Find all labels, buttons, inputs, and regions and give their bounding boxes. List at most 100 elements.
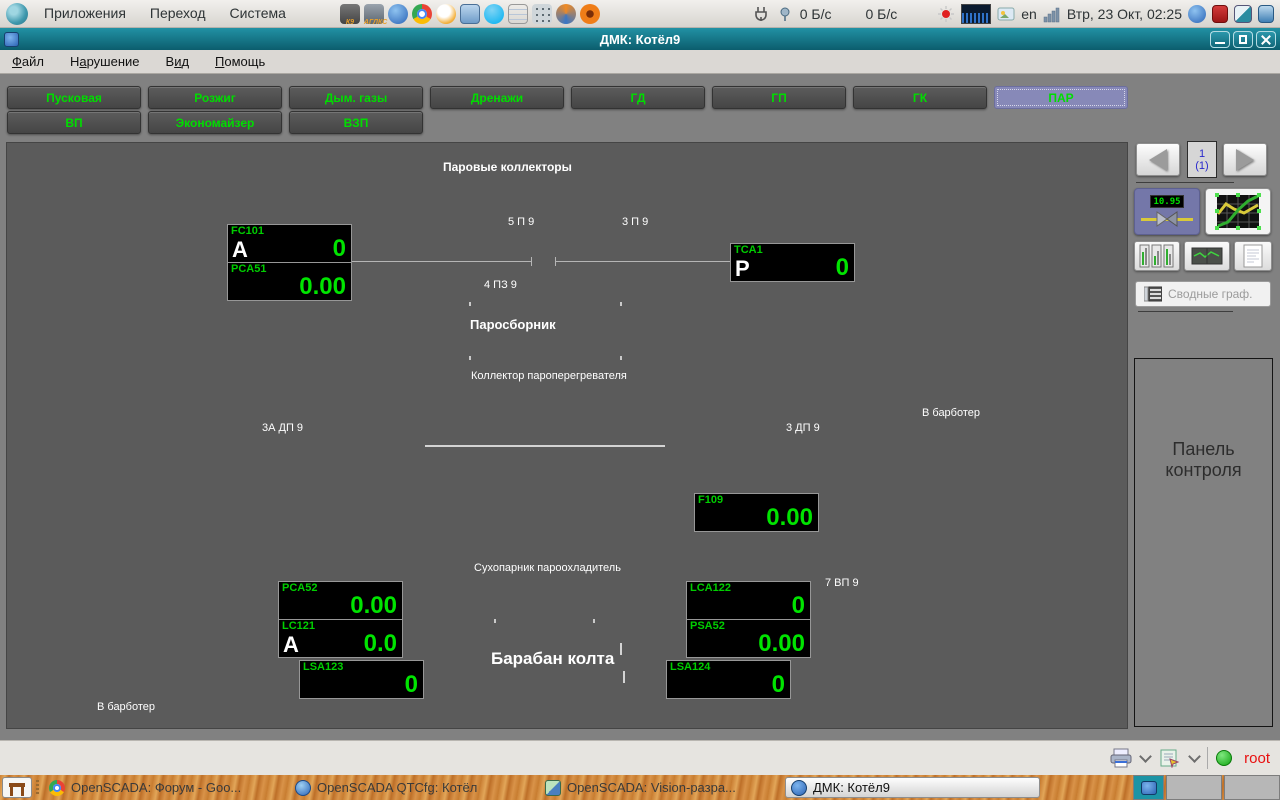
workspace-active[interactable]: [1133, 775, 1164, 800]
net-monitor-icon[interactable]: [776, 5, 794, 23]
tab-gk[interactable]: ГК: [853, 86, 987, 109]
task-label: OpenSCADA QTCfg: Котёл: [317, 780, 477, 795]
tab-puskovaya[interactable]: Пусковая: [7, 86, 141, 109]
graphs-view-button[interactable]: [1205, 188, 1271, 235]
pipe-line: [556, 261, 730, 262]
printer-dropdown-chevron[interactable]: [1139, 750, 1152, 763]
contours-view-button[interactable]: [1134, 241, 1180, 271]
keyboard-layout-indicator[interactable]: en: [1021, 6, 1037, 22]
system-menu[interactable]: Система: [220, 0, 296, 27]
maximize-button[interactable]: [1233, 31, 1253, 48]
display-tag: FC101: [231, 225, 264, 237]
brightness-icon[interactable]: [937, 5, 955, 23]
net-speed-in: 0 Б/с: [800, 6, 832, 22]
show-desktop-button[interactable]: [2, 777, 32, 798]
display-value: 0.00: [766, 504, 813, 532]
clock[interactable]: Втр, 23 Окт, 02:25: [1067, 6, 1182, 22]
tab-gp[interactable]: ГП: [712, 86, 846, 109]
window-titlebar[interactable]: ДМК: Котёл9: [0, 28, 1280, 50]
summary-graphs-icon: [1144, 286, 1162, 302]
system-monitor-applet[interactable]: [961, 4, 991, 24]
vision-tray-icon[interactable]: [1188, 5, 1206, 23]
menu-help[interactable]: Помощь: [215, 54, 265, 69]
places-menu[interactable]: Переход: [140, 0, 216, 27]
power-plug-icon[interactable]: [752, 5, 770, 23]
display-value: 0.00: [299, 273, 346, 301]
orange-ball-launcher-icon[interactable]: [436, 4, 456, 24]
task-forum[interactable]: OpenSCADA: Форум - Goo...: [44, 777, 284, 798]
tab-ekonomayzer[interactable]: Экономайзер: [148, 111, 282, 134]
aglks-launcher-icon[interactable]: АГЛКС: [364, 4, 384, 24]
display-lca122[interactable]: LCA122 0: [686, 581, 811, 620]
applications-menu[interactable]: Приложения: [34, 0, 136, 27]
close-button[interactable]: [1256, 31, 1276, 48]
tab-drenazhi[interactable]: Дренажи: [430, 86, 564, 109]
display-f109[interactable]: F109 0.00: [694, 493, 819, 532]
workspace-2[interactable]: [1166, 775, 1222, 800]
tab-rozzhig[interactable]: Розжиг: [148, 86, 282, 109]
menu-file[interactable]: Файл: [12, 54, 44, 69]
skype-launcher-icon[interactable]: [484, 4, 504, 24]
pipe-tick: [531, 257, 532, 266]
display-pca52[interactable]: PCA52 0.00: [278, 581, 403, 620]
valve-icon: [1141, 210, 1193, 228]
next-page-button[interactable]: [1223, 143, 1267, 176]
swirl-launcher-icon[interactable]: [556, 4, 576, 24]
mnemo-view-button[interactable]: 10.95: [1134, 188, 1200, 235]
chrome-launcher-icon[interactable]: [412, 4, 432, 24]
display-psa52[interactable]: PSA52 0.00: [686, 619, 811, 658]
flower-launcher-icon[interactable]: [580, 4, 600, 24]
display-lsa124[interactable]: LSA124 0: [666, 660, 791, 699]
minimize-button[interactable]: [1210, 31, 1230, 48]
tab-gd[interactable]: ГД: [571, 86, 705, 109]
menu-violation[interactable]: Нарушение: [70, 54, 140, 69]
current-user-label[interactable]: root: [1244, 750, 1270, 767]
display-tca1[interactable]: TCA1 P 0: [730, 243, 855, 282]
gnome-foot-icon[interactable]: [6, 3, 28, 25]
pipe-mark: [620, 302, 622, 306]
vision-launcher-icon[interactable]: [388, 4, 408, 24]
window-icon: [4, 32, 19, 47]
screenshot-tray-icon[interactable]: [997, 5, 1015, 23]
tab-par[interactable]: ПАР: [994, 86, 1128, 109]
tab-dym-gazy[interactable]: Дым. газы: [289, 86, 423, 109]
desktop-taskbar: OpenSCADA: Форум - Goo... OpenSCADA QTCf…: [0, 775, 1280, 800]
workspace-3[interactable]: [1224, 775, 1280, 800]
label-4pz9: 4 ПЗ 9: [484, 279, 517, 291]
display-pca51[interactable]: PCA51 0.00: [227, 262, 352, 301]
signal-bars-icon[interactable]: [1043, 5, 1061, 23]
task-vision[interactable]: OpenSCADA: Vision-разра...: [540, 777, 778, 798]
printer-icon[interactable]: [1109, 748, 1133, 768]
red-book-tray-icon[interactable]: [1212, 5, 1228, 23]
page-indicator: 1 (1): [1187, 141, 1217, 178]
export-icon[interactable]: [1158, 748, 1182, 768]
export-dropdown-chevron[interactable]: [1188, 750, 1201, 763]
notes-launcher-icon[interactable]: [508, 4, 528, 24]
task-qtcfg[interactable]: OpenSCADA QTCfg: Котёл: [290, 777, 535, 798]
task-dmk-kotel9[interactable]: ДМК: Котёл9: [785, 777, 1040, 798]
launcher-caption: К9: [340, 19, 360, 26]
tab-vp[interactable]: ВП: [7, 111, 141, 134]
prev-page-button[interactable]: [1136, 143, 1180, 176]
display-lc121[interactable]: LC121 A 0.0: [278, 619, 403, 658]
display-fc101[interactable]: FC101 A 0: [227, 224, 352, 263]
summary-graphs-button[interactable]: Сводные граф.: [1135, 281, 1271, 307]
documents-view-button[interactable]: [1184, 241, 1230, 271]
panel-tray-icon[interactable]: [1258, 5, 1274, 23]
menu-view[interactable]: Вид: [166, 54, 190, 69]
display-tag: LC121: [282, 620, 315, 632]
tab-vzp[interactable]: ВЗП: [289, 111, 423, 134]
taskbar-handle: [36, 780, 39, 795]
summary-graphs-label: Сводные граф.: [1168, 287, 1253, 301]
calculator-launcher-icon[interactable]: [532, 4, 552, 24]
chrome-icon: [49, 780, 65, 796]
document-view-button[interactable]: [1234, 241, 1272, 271]
mimic-panel: [6, 142, 1128, 729]
files-launcher-icon[interactable]: [460, 4, 480, 24]
display-lsa123[interactable]: LSA123 0: [299, 660, 424, 699]
label-7vp9: 7 ВП 9: [825, 577, 859, 589]
pipe-mark: [620, 356, 622, 360]
arrow-left-icon: [1149, 149, 1167, 171]
k9-launcher-icon[interactable]: К9: [340, 4, 360, 24]
window-switcher-tray-icon[interactable]: [1234, 5, 1252, 23]
